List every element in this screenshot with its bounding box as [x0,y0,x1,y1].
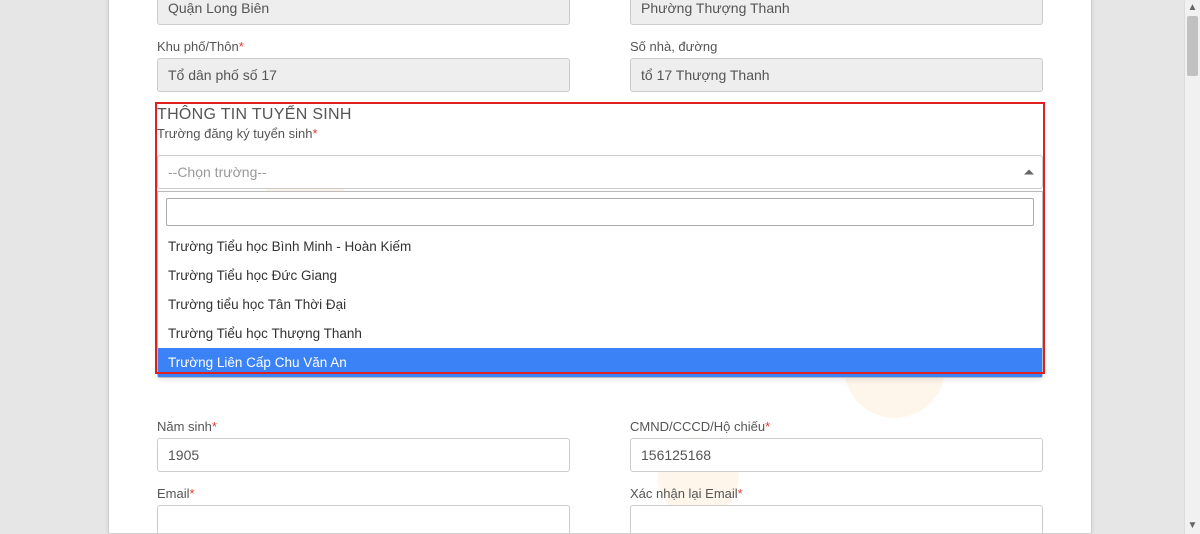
scroll-up-icon[interactable]: ▲ [1185,0,1200,16]
caret-up-icon [1024,170,1034,175]
school-option[interactable]: Trường Liên Cấp Chu Văn An [158,348,1042,377]
scrollbar[interactable]: ▲ ▼ [1184,0,1200,534]
school-option[interactable]: Trường Tiểu học Đức Giang [158,261,1042,290]
school-select[interactable]: --Chọn trường-- [157,155,1043,189]
school-search-input[interactable] [166,198,1034,226]
school-option[interactable]: Trường tiểu học Tân Thời Đại [158,290,1042,319]
school-dropdown[interactable]: Trường Tiểu học Bình Minh - Hoàn KiếmTrư… [157,191,1043,378]
email-input[interactable] [157,505,570,534]
id-input[interactable] [630,438,1043,472]
scroll-thumb[interactable] [1187,16,1198,76]
school-select-placeholder: --Chọn trường-- [168,164,267,180]
school-option[interactable]: Trường Tiểu học Thượng Thanh [158,319,1042,348]
id-label: CMND/CCCD/Hộ chiếu* [630,419,1043,434]
house-input [630,58,1043,92]
email-confirm-input[interactable] [630,505,1043,534]
email-label: Email* [157,486,570,501]
email-confirm-label: Xác nhận lại Email* [630,486,1043,501]
school-label: Trường đăng ký tuyển sinh* [157,126,1043,141]
birthyear-label: Năm sinh* [157,419,570,434]
house-label: Số nhà, đường [630,39,1043,54]
section-title-enrollment: THÔNG TIN TUYỂN SINH [157,106,1043,124]
ward-input [630,0,1043,25]
district-input [157,0,570,25]
birthyear-input[interactable] [157,438,570,472]
scroll-down-icon[interactable]: ▼ [1185,518,1200,534]
street-block-label: Khu phố/Thôn* [157,39,570,54]
school-option[interactable]: Trường Tiểu học Bình Minh - Hoàn Kiếm [158,232,1042,261]
street-block-input [157,58,570,92]
